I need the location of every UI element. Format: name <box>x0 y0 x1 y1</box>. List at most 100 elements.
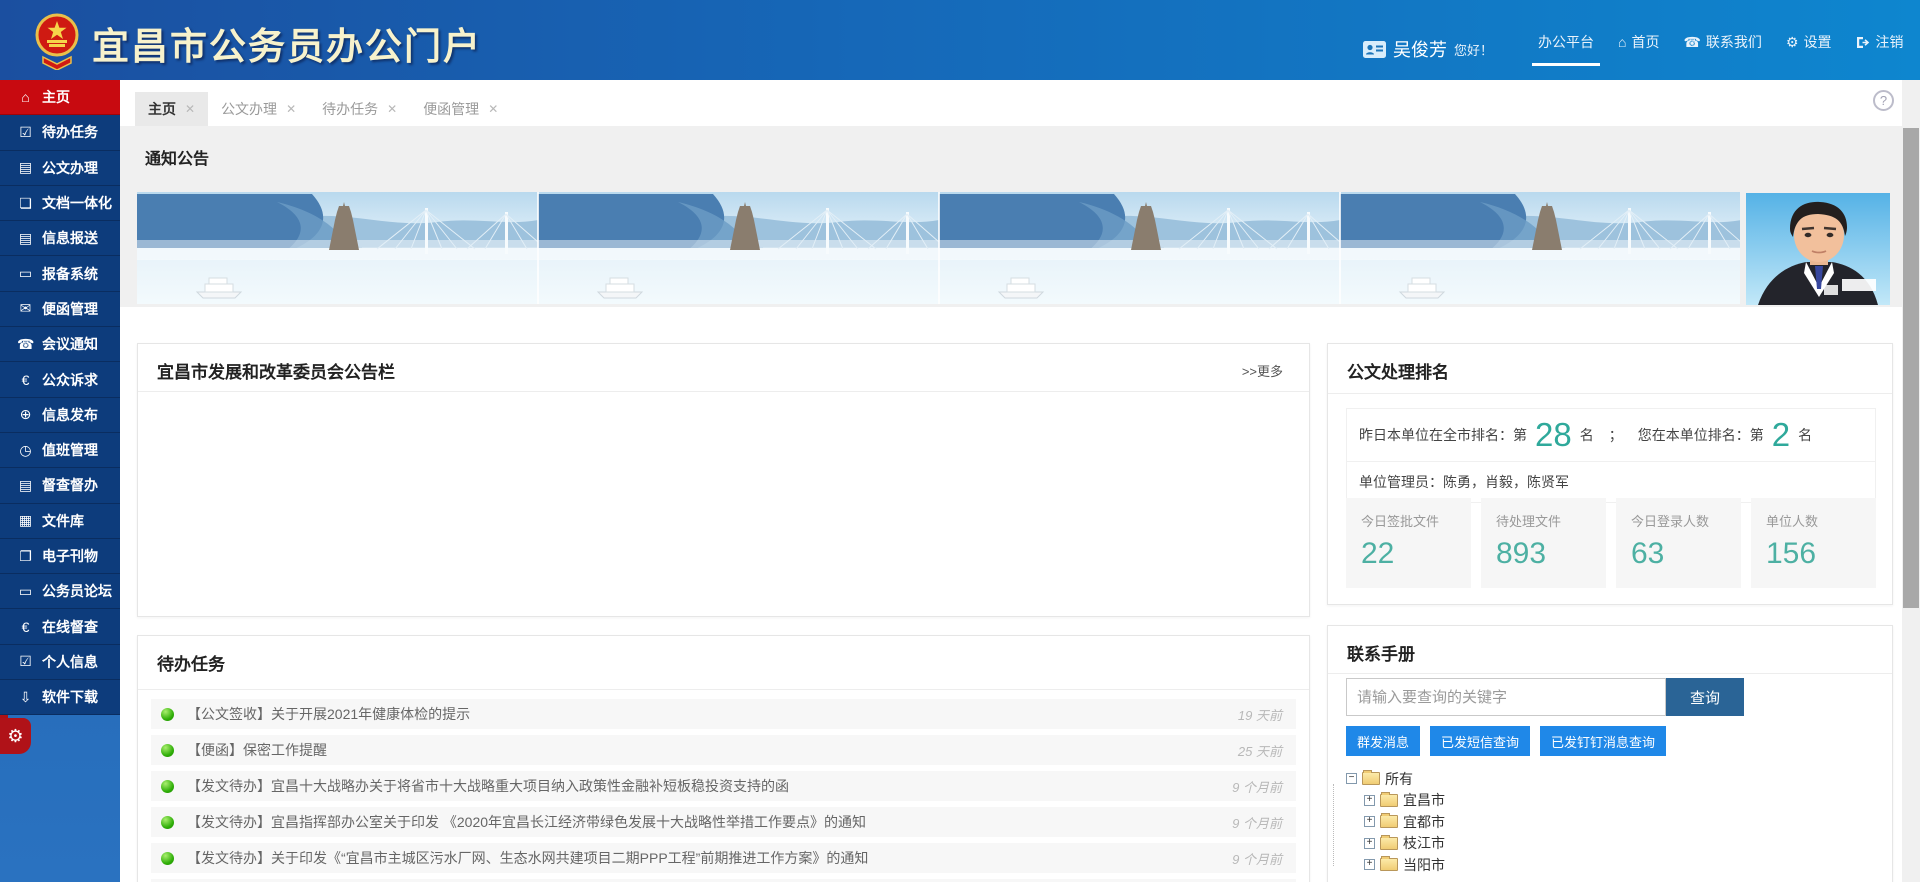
nav-settings[interactable]: ⚙ 设置 <box>1786 32 1832 52</box>
tab-document-handling[interactable]: 公文办理 ✕ <box>208 92 309 126</box>
help-icon[interactable]: ? <box>1873 90 1894 111</box>
rank-unit-label: 您在本单位排名：第 <box>1638 425 1764 445</box>
rank-city-value: 28 <box>1535 416 1572 454</box>
report-icon: ▤ <box>17 230 34 247</box>
sent-dingtalk-query-button[interactable]: 已发钉钉消息查询 <box>1540 726 1666 756</box>
nav-contact-us[interactable]: ☎ 联系我们 <box>1683 32 1761 52</box>
tree-node-zhijiang[interactable]: + 枝江市 <box>1346 833 1445 855</box>
sidebar-item-public-appeal[interactable]: € 公众诉求 <box>0 362 120 397</box>
tab-memo-management[interactable]: 便函管理 ✕ <box>410 92 511 126</box>
contacts-title: 联系手册 <box>1347 640 1415 665</box>
message-buttons: 群发消息 已发短信查询 已发钉钉消息查询 <box>1346 726 1666 756</box>
copy-icon: ❐ <box>17 548 34 565</box>
sidebar-item-home[interactable]: ⌂ 主页 <box>0 80 120 115</box>
home-icon: ⌂ <box>1618 34 1626 50</box>
folder-icon <box>1380 815 1398 828</box>
sidebar-item-todo-tasks[interactable]: ☑ 待办任务 <box>0 115 120 150</box>
app-header: 宜昌市公务员办公门户 吴俊芳 您好！ 办公平台 ⌂ 首页 ☎ 联系我们 <box>0 0 1920 80</box>
calendar-check-icon: ☑ <box>17 653 34 670</box>
sidebar-item-file-library[interactable]: ▦ 文件库 <box>0 504 120 539</box>
todo-row[interactable]: 【发文待办】宜昌十大战略办关于将省市十大战略重大项目纳入政策性金融补短板稳投资支… <box>151 771 1296 801</box>
banner-image <box>137 192 1740 304</box>
folder-icon <box>1380 837 1398 850</box>
close-icon[interactable]: ✕ <box>387 102 397 116</box>
stat-unit-headcount: 单位人数 156 <box>1751 498 1876 588</box>
status-dot-icon <box>161 816 174 829</box>
expand-toggle-icon[interactable]: + <box>1364 795 1375 806</box>
portal-screen: 宜昌市公务员办公门户 吴俊芳 您好！ 办公平台 ⌂ 首页 ☎ 联系我们 <box>0 0 1920 882</box>
todo-row[interactable]: 【便函】保密工作提醒 25 天前 <box>151 735 1296 765</box>
scrollbar-thumb[interactable] <box>1903 128 1919 608</box>
sidebar-item-memo-management[interactable]: ✉ 便函管理 <box>0 292 120 327</box>
todo-row[interactable]: 【发文待办】关于印发《“宜昌市主城区污水厂网、生态水网共建项目二期PPP工程”前… <box>151 843 1296 873</box>
phone-icon: ☎ <box>1683 34 1700 51</box>
tree-node-yidu[interactable]: + 宜都市 <box>1346 811 1445 833</box>
sidebar-item-meeting-notice[interactable]: ☎ 会议通知 <box>0 327 120 362</box>
broadcast-message-button[interactable]: 群发消息 <box>1346 726 1420 756</box>
notice-title: 通知公告 <box>145 145 209 169</box>
close-icon[interactable]: ✕ <box>286 102 296 116</box>
gear-icon: ⚙ <box>7 726 23 747</box>
user-greeting: 您好！ <box>1454 40 1493 59</box>
ranking-stats: 今日签批文件 22 待处理文件 893 今日登录人数 63 单位人数 156 <box>1346 498 1876 588</box>
divider <box>1328 673 1892 674</box>
sidebar-item-duty-management[interactable]: ◷ 值班管理 <box>0 433 120 468</box>
nav-logout[interactable]: 注销 <box>1855 32 1903 52</box>
stat-logins-today: 今日登录人数 63 <box>1616 498 1741 588</box>
notice-panel: 通知公告 <box>120 126 1902 307</box>
search-button[interactable]: 查询 <box>1666 678 1744 716</box>
sidebar-item-document-handling[interactable]: ▤ 公文办理 <box>0 151 120 186</box>
divider <box>138 391 1309 392</box>
status-dot-icon <box>161 708 174 721</box>
collapse-toggle-icon[interactable]: − <box>1346 773 1357 784</box>
calendar-check-icon: ☑ <box>17 124 34 141</box>
envelope-icon: ✉ <box>17 300 34 317</box>
sidebar-menu: ⌂ 主页 ☑ 待办任务 ▤ 公文办理 ❏ 文档一体化 ▤ 信息报送 ▭ 报备系统… <box>0 80 120 715</box>
tree-guide-line <box>1333 784 1334 866</box>
tree-node-all[interactable]: − 所有 <box>1346 768 1445 790</box>
bulletin-more-link[interactable]: >>更多 <box>1242 361 1283 380</box>
sidebar-item-filing-system[interactable]: ▭ 报备系统 <box>0 256 120 291</box>
id-card-icon <box>1363 41 1386 58</box>
document-icon: ▤ <box>17 159 34 176</box>
sidebar-item-online-inspection[interactable]: € 在线督查 <box>0 609 120 644</box>
phone-icon: ☎ <box>17 336 34 353</box>
sidebar-gear-button[interactable]: ⚙ <box>0 718 31 754</box>
folder-icon <box>1380 794 1398 807</box>
sent-sms-query-button[interactable]: 已发短信查询 <box>1430 726 1530 756</box>
sidebar-item-info-publish[interactable]: ⊕ 信息发布 <box>0 398 120 433</box>
page-scrollbar[interactable] <box>1902 80 1920 882</box>
ranking-title: 公文处理排名 <box>1347 358 1449 383</box>
nav-office-platform[interactable]: 办公平台 <box>1538 32 1594 52</box>
top-nav: 办公平台 ⌂ 首页 ☎ 联系我们 ⚙ 设置 注销 <box>1538 32 1903 52</box>
close-icon[interactable]: ✕ <box>488 102 498 116</box>
file-icon: ❏ <box>17 195 34 212</box>
tab-todo-tasks[interactable]: 待办任务 ✕ <box>309 92 410 126</box>
todo-row[interactable]: 【发文待办】宜昌指挥部办公室关于印发 《2020年宜昌长江经济带绿色发展十大战略… <box>151 807 1296 837</box>
sidebar-item-personal-info[interactable]: ☑ 个人信息 <box>0 645 120 680</box>
sidebar-item-supervision[interactable]: ▤ 督查督办 <box>0 468 120 503</box>
tree-node-dangyang[interactable]: + 当阳市 <box>1346 854 1445 876</box>
contacts-card: 联系手册 查询 群发消息 已发短信查询 已发钉钉消息查询 − 所有 + 宜昌市 … <box>1327 625 1893 882</box>
tab-bar: 主页 ✕ 公文办理 ✕ 待办任务 ✕ 便函管理 ✕ <box>120 80 1902 126</box>
folder-icon <box>1362 772 1380 785</box>
sidebar-item-software-download[interactable]: ⇩ 软件下载 <box>0 680 120 715</box>
expand-toggle-icon[interactable]: + <box>1364 838 1375 849</box>
monitor-icon: ▭ <box>17 583 34 600</box>
expand-toggle-icon[interactable]: + <box>1364 816 1375 827</box>
todo-row[interactable]: 【公文签收】关于开展2021年健康体检的提示 19 天前 <box>151 699 1296 729</box>
status-dot-icon <box>161 744 174 757</box>
sidebar-item-civil-servant-forum[interactable]: ▭ 公务员论坛 <box>0 574 120 609</box>
euro-icon: € <box>17 619 34 635</box>
ranking-info-box: 昨日本单位在全市排名：第 28 名 ； 您在本单位排名：第 2 名 单位管理员：… <box>1346 408 1876 503</box>
sidebar-item-info-report[interactable]: ▤ 信息报送 <box>0 221 120 256</box>
sidebar-item-e-publication[interactable]: ❐ 电子刊物 <box>0 539 120 574</box>
tab-home[interactable]: 主页 ✕ <box>135 92 208 126</box>
close-icon[interactable]: ✕ <box>185 102 195 116</box>
expand-toggle-icon[interactable]: + <box>1364 859 1375 870</box>
tree-node-yichang[interactable]: + 宜昌市 <box>1346 790 1445 812</box>
user-info[interactable]: 吴俊芳 您好！ <box>1363 36 1493 62</box>
contacts-search-input[interactable] <box>1346 678 1666 716</box>
nav-home[interactable]: ⌂ 首页 <box>1618 32 1659 52</box>
sidebar-item-document-integration[interactable]: ❏ 文档一体化 <box>0 186 120 221</box>
